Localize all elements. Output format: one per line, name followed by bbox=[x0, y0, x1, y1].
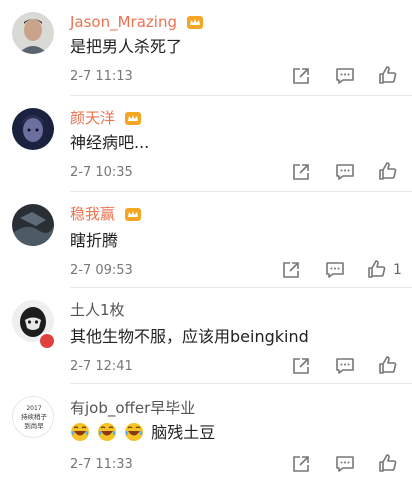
avatar-text-line2: 到尚早 bbox=[24, 421, 44, 430]
comment-item: 颜天洋 神经病吧... 2-7 10:35 bbox=[0, 96, 412, 192]
avatar[interactable] bbox=[12, 12, 54, 54]
like-icon[interactable] bbox=[378, 161, 400, 183]
share-icon[interactable] bbox=[291, 162, 313, 184]
like-count: 1 bbox=[393, 262, 402, 278]
avatar-text-year: 2017 bbox=[26, 405, 41, 412]
verified-badge-icon bbox=[38, 332, 56, 350]
share-icon[interactable] bbox=[291, 454, 313, 476]
username-text[interactable]: 有job_offer早毕业 bbox=[70, 399, 195, 417]
comment-text: 脑残土豆 bbox=[151, 423, 216, 442]
username-text[interactable]: Jason_Mrazing bbox=[70, 13, 177, 31]
comment-icon[interactable] bbox=[335, 454, 357, 476]
comment-icon[interactable] bbox=[335, 162, 357, 184]
comment-text: 其他生物不服，应该用beingkind bbox=[70, 327, 309, 346]
avatar[interactable] bbox=[12, 204, 54, 246]
share-icon[interactable] bbox=[281, 260, 303, 282]
username-text[interactable]: 土人1枚 bbox=[70, 301, 125, 319]
avatar-text-line1: 持续稍子 bbox=[21, 412, 48, 421]
timestamp: 2-7 10:35 bbox=[70, 165, 133, 180]
comment-text: 瞎折腾 bbox=[70, 231, 119, 250]
laugh-emoji-icon bbox=[71, 423, 89, 441]
share-icon[interactable] bbox=[291, 66, 313, 88]
comment-item: Jason_Mrazing 是把男人杀死了 2-7 11:13 bbox=[0, 0, 412, 96]
timestamp: 2-7 11:13 bbox=[70, 69, 133, 84]
like-icon[interactable] bbox=[378, 65, 400, 87]
avatar[interactable] bbox=[12, 108, 54, 150]
comment-list: Jason_Mrazing 是把男人杀死了 2-7 11:13 颜天洋 神经病吧… bbox=[0, 0, 412, 480]
comment-icon[interactable] bbox=[335, 66, 357, 88]
timestamp: 2-7 12:41 bbox=[70, 359, 133, 374]
laugh-emoji-icon bbox=[98, 423, 117, 441]
username[interactable]: 稳我赢 bbox=[70, 204, 142, 224]
vip-crown-icon bbox=[186, 16, 203, 29]
username[interactable]: 土人1枚 bbox=[70, 300, 125, 320]
comment-text: 是把男人杀死了 bbox=[70, 37, 183, 56]
share-icon[interactable] bbox=[291, 356, 313, 378]
vip-crown-icon bbox=[124, 112, 141, 125]
timestamp: 2-7 11:33 bbox=[70, 457, 133, 472]
like-icon[interactable] bbox=[367, 259, 389, 281]
avatar[interactable]: 2017 持续稍子 到尚早 bbox=[12, 396, 54, 438]
comment-item: 2017 持续稍子 到尚早 有job_offer早毕业 脑残土豆 2-7 11:… bbox=[0, 384, 412, 480]
comment-item: 稳我赢 瞎折腾 2-7 09:53 1 bbox=[0, 192, 412, 288]
like-icon[interactable] bbox=[378, 355, 400, 377]
comment-text-row: 脑残土豆 bbox=[70, 422, 215, 444]
comment-icon[interactable] bbox=[335, 356, 357, 378]
username-text[interactable]: 颜天洋 bbox=[70, 109, 115, 127]
username-text[interactable]: 稳我赢 bbox=[70, 205, 115, 223]
comment-text: 神经病吧... bbox=[70, 133, 150, 152]
timestamp: 2-7 09:53 bbox=[70, 263, 133, 278]
vip-crown-icon bbox=[124, 208, 141, 221]
like-icon[interactable] bbox=[378, 453, 400, 475]
laugh-emoji-icon bbox=[125, 423, 144, 441]
comment-icon[interactable] bbox=[325, 260, 347, 282]
comment-item: 土人1枚 其他生物不服，应该用beingkind 2-7 12:41 bbox=[0, 288, 412, 384]
username[interactable]: 颜天洋 bbox=[70, 108, 142, 128]
username[interactable]: Jason_Mrazing bbox=[70, 12, 204, 32]
username[interactable]: 有job_offer早毕业 bbox=[70, 398, 195, 418]
